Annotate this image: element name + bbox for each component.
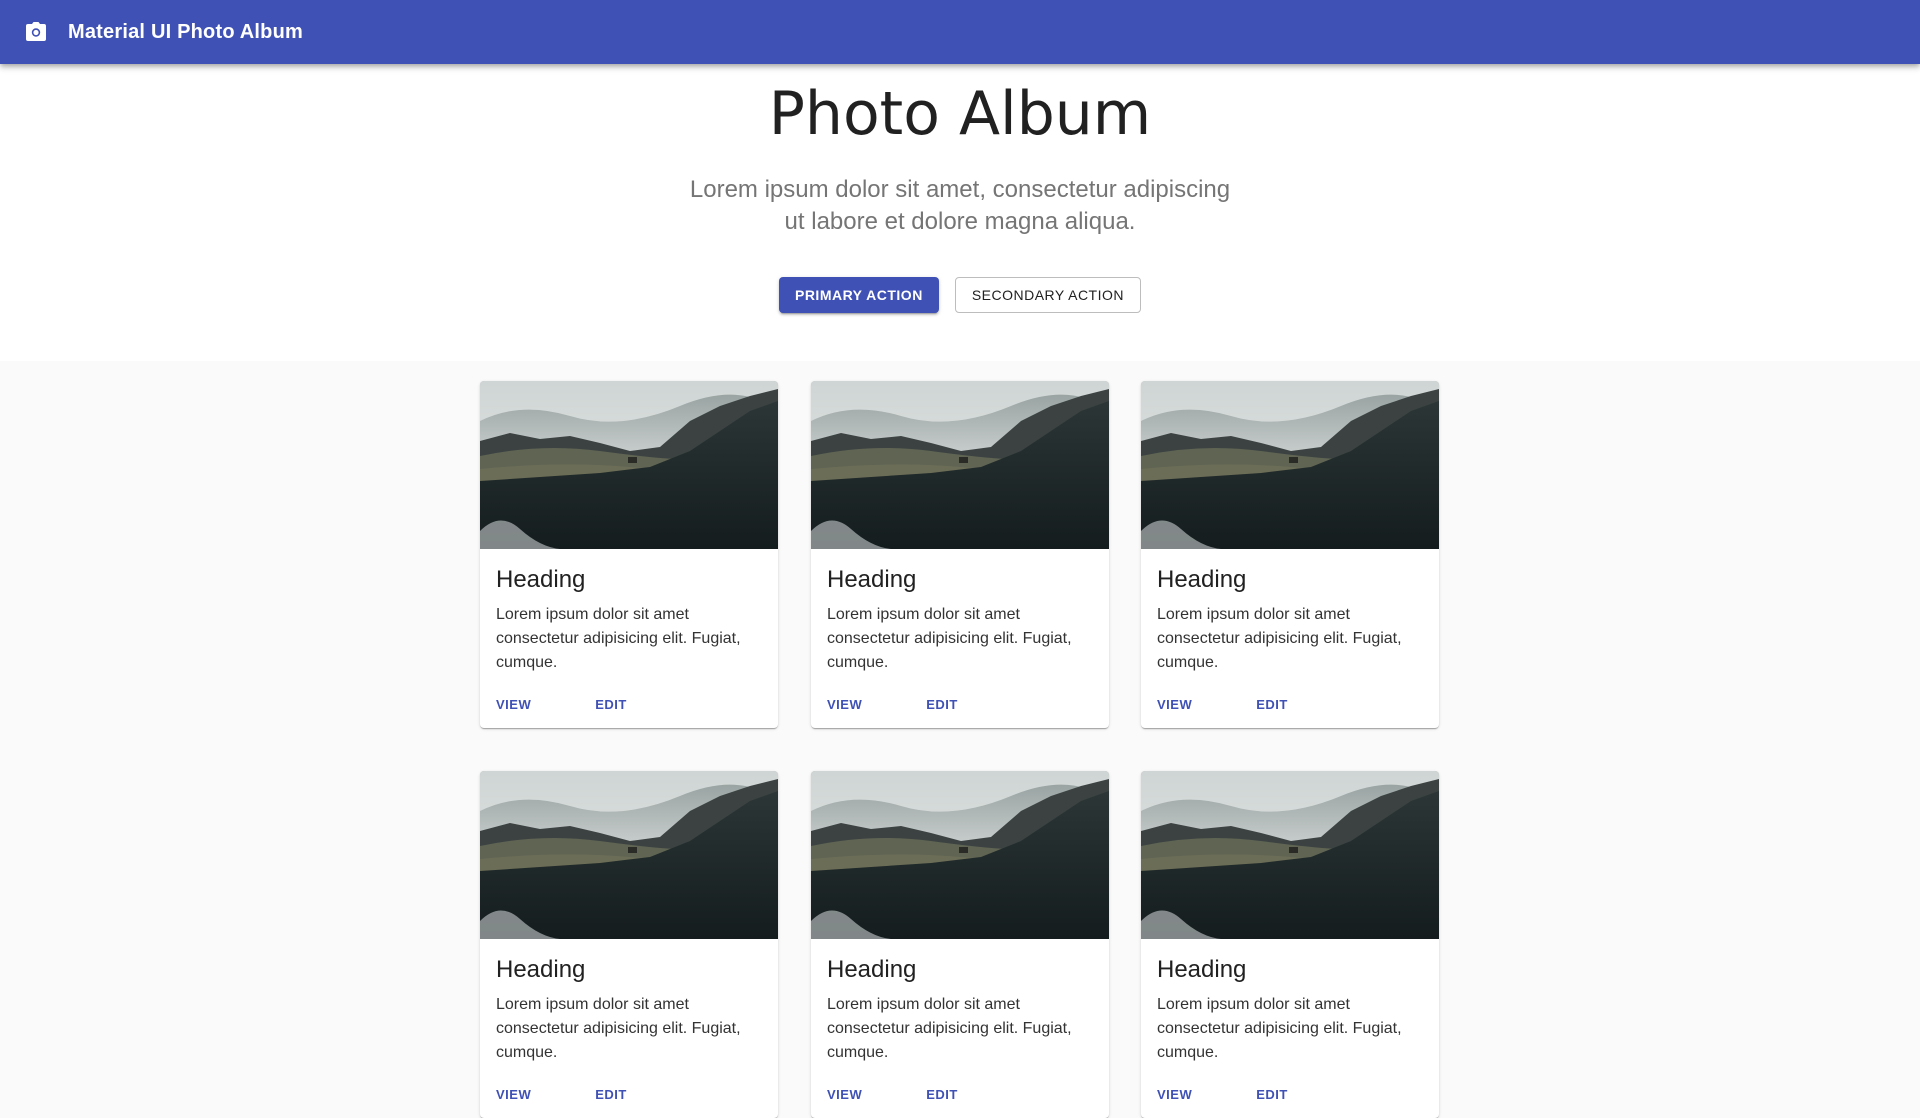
landscape-image (811, 381, 1109, 549)
landscape-image (1141, 381, 1439, 549)
secondary-action-button[interactable]: SECONDARY ACTION (954, 277, 1141, 313)
card-media (1141, 771, 1439, 939)
card-heading: Heading (1157, 956, 1247, 983)
photo-card: Heading Lorem ipsum dolor sit amet conse… (1141, 771, 1439, 1118)
card-actions: VIEW EDIT (1141, 1065, 1439, 1118)
card-text: Lorem ipsum dolor sit amet consectetur a… (1157, 606, 1402, 671)
card-content: Heading Lorem ipsum dolor sit amet conse… (811, 939, 1109, 1065)
card-media (811, 771, 1109, 939)
card-media (480, 381, 778, 549)
edit-button[interactable]: EDIT (918, 691, 966, 718)
card-text: Lorem ipsum dolor sit amet consectetur a… (827, 996, 1072, 1061)
hero-subtitle-line1: Lorem ipsum dolor sit amet, consectetur … (689, 176, 1231, 203)
camera-icon (24, 20, 48, 44)
card-content: Heading Lorem ipsum dolor sit amet conse… (811, 549, 1109, 675)
view-button[interactable]: VIEW (1149, 691, 1200, 718)
card-content: Heading Lorem ipsum dolor sit amet conse… (1141, 939, 1439, 1065)
card-text: Lorem ipsum dolor sit amet consectetur a… (827, 606, 1072, 671)
page-title: Photo Album (768, 79, 1152, 149)
card-heading: Heading (827, 956, 917, 983)
view-button[interactable]: VIEW (488, 1081, 539, 1108)
card-heading: Heading (1157, 566, 1247, 593)
hero-section: Photo Album Lorem ipsum dolor sit amet, … (0, 64, 1920, 361)
card-actions: VIEW EDIT (480, 675, 778, 728)
card-text: Lorem ipsum dolor sit amet consectetur a… (496, 996, 741, 1061)
card-content: Heading Lorem ipsum dolor sit amet conse… (480, 939, 778, 1065)
edit-button[interactable]: EDIT (1248, 1081, 1296, 1108)
photo-card: Heading Lorem ipsum dolor sit amet conse… (811, 771, 1109, 1118)
card-heading: Heading (827, 566, 917, 593)
photo-card: Heading Lorem ipsum dolor sit amet conse… (480, 381, 778, 728)
view-button[interactable]: VIEW (819, 691, 870, 718)
card-actions: VIEW EDIT (480, 1065, 778, 1118)
landscape-image (480, 381, 778, 549)
card-actions: VIEW EDIT (1141, 675, 1439, 728)
view-button[interactable]: VIEW (1149, 1081, 1200, 1108)
view-button[interactable]: VIEW (819, 1081, 870, 1108)
photo-card: Heading Lorem ipsum dolor sit amet conse… (1141, 381, 1439, 728)
view-button[interactable]: VIEW (488, 691, 539, 718)
card-heading: Heading (496, 956, 586, 983)
edit-button[interactable]: EDIT (918, 1081, 966, 1108)
card-heading: Heading (496, 566, 586, 593)
hero-subtitle: Lorem ipsum dolor sit amet, consectetur … (660, 174, 1260, 238)
edit-button[interactable]: EDIT (587, 1081, 635, 1108)
landscape-image (480, 771, 778, 939)
card-text: Lorem ipsum dolor sit amet consectetur a… (496, 606, 741, 671)
landscape-image (1141, 771, 1439, 939)
card-content: Heading Lorem ipsum dolor sit amet conse… (1141, 549, 1439, 675)
primary-action-button[interactable]: PRIMARY ACTION (778, 277, 939, 313)
app-bar: Material UI Photo Album (0, 0, 1920, 64)
photo-card: Heading Lorem ipsum dolor sit amet conse… (811, 381, 1109, 728)
edit-button[interactable]: EDIT (1248, 691, 1296, 718)
card-text: Lorem ipsum dolor sit amet consectetur a… (1157, 996, 1402, 1061)
hero-button-row: PRIMARY ACTION SECONDARY ACTION (0, 277, 1920, 313)
hero-subtitle-line2: ut labore et dolore magna aliqua. (784, 208, 1136, 235)
photo-card: Heading Lorem ipsum dolor sit amet conse… (480, 771, 778, 1118)
card-media (480, 771, 778, 939)
card-content: Heading Lorem ipsum dolor sit amet conse… (480, 549, 778, 675)
card-media (1141, 381, 1439, 549)
card-media (811, 381, 1109, 549)
landscape-image (811, 771, 1109, 939)
edit-button[interactable]: EDIT (587, 691, 635, 718)
card-actions: VIEW EDIT (811, 675, 1109, 728)
app-title: Material UI Photo Album (68, 20, 303, 43)
card-actions: VIEW EDIT (811, 1065, 1109, 1118)
